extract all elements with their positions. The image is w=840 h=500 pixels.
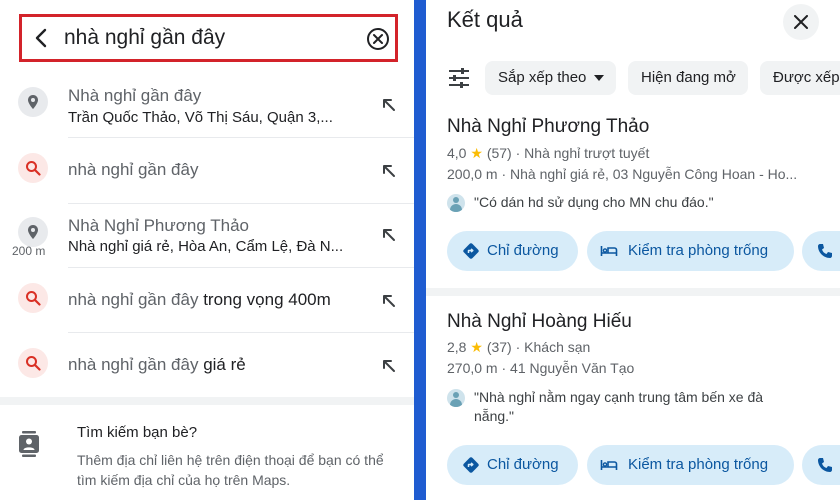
search-icon bbox=[18, 153, 48, 183]
suggestion-subtitle: Nhà nghỉ giá rẻ, Hòa An, Cẩm Lệ, Đà N... bbox=[68, 238, 344, 255]
distance-label: 200 m bbox=[12, 244, 46, 258]
rating-value: 2,8 bbox=[447, 339, 467, 355]
suggestion-query: nhà nghỉ gần đây giá rẻ bbox=[68, 355, 246, 375]
search-icon bbox=[18, 283, 48, 313]
suggestion-item[interactable]: 200 m Nhà Nghỉ Phương Thảo Nhà nghỉ giá … bbox=[0, 202, 414, 266]
open-now-chip-label: Hiện đang mở bbox=[641, 69, 736, 86]
suggestion-prefix: nhà nghỉ gần đây bbox=[68, 290, 199, 309]
check-rooms-button[interactable]: Kiểm tra phòng trống bbox=[587, 445, 794, 485]
close-button[interactable] bbox=[783, 4, 819, 40]
sort-chip[interactable]: Sắp xếp theo bbox=[485, 61, 617, 95]
suggestion-item[interactable]: nhà nghỉ gần đây giá rẻ bbox=[0, 333, 414, 397]
avatar bbox=[447, 389, 465, 407]
rating-value: 4,0 bbox=[447, 145, 467, 161]
suggestion-item[interactable]: nhà nghỉ gần đây trong vọng 400m bbox=[0, 268, 414, 332]
place-name[interactable]: Nhà Nghỉ Hoàng Hiếu bbox=[447, 311, 632, 333]
review-count: (37) bbox=[486, 339, 512, 355]
review-text: "Có dán hd sử dụng cho MN chu đáo." bbox=[474, 194, 714, 210]
search-icon bbox=[18, 348, 48, 378]
place-category: Khách sạn bbox=[524, 339, 591, 355]
sort-chip-label: Sắp xếp theo bbox=[498, 69, 587, 86]
avatar bbox=[447, 194, 465, 212]
suggestion-query: nhà nghỉ gần đây trong vọng 400m bbox=[68, 290, 331, 310]
suggestion-subtitle: Trần Quốc Thảo, Võ Thị Sáu, Quận 3,... bbox=[68, 109, 333, 126]
suggestion-prefix: nhà nghỉ gần đây bbox=[68, 160, 199, 179]
north-west-arrow-icon[interactable] bbox=[380, 162, 398, 180]
directions-button[interactable]: Chỉ đường bbox=[447, 445, 578, 485]
section-divider bbox=[0, 397, 414, 405]
phone-icon bbox=[818, 458, 832, 472]
directions-label: Chỉ đường bbox=[487, 242, 559, 259]
call-button[interactable] bbox=[802, 445, 840, 485]
directions-icon bbox=[463, 457, 479, 473]
pin-icon bbox=[18, 87, 48, 117]
open-now-chip[interactable]: Hiện đang mở bbox=[628, 61, 748, 95]
place-rating-line: 4,0 ★ (57) · Nhà nghỉ trượt tuyết bbox=[447, 145, 650, 161]
phone-icon bbox=[818, 244, 832, 258]
call-button[interactable] bbox=[802, 231, 840, 271]
place-rating-line: 2,8 ★ (37) · Khách sạn bbox=[447, 339, 591, 355]
suggestion-title: Nhà nghỉ gần đây bbox=[68, 86, 202, 105]
check-rooms-label: Kiểm tra phòng trống bbox=[628, 456, 769, 473]
bed-icon bbox=[600, 460, 618, 470]
clear-icon[interactable] bbox=[366, 27, 390, 51]
suggestion-item[interactable]: Nhà nghỉ gần đây Trần Quốc Thảo, Võ Thị … bbox=[0, 72, 414, 136]
friends-title: Tìm kiếm bạn bè? bbox=[77, 424, 198, 441]
directions-icon bbox=[463, 243, 479, 259]
north-west-arrow-icon[interactable] bbox=[380, 357, 398, 375]
top-rated-chip-label: Được xếp bbox=[773, 69, 840, 86]
card-divider bbox=[426, 288, 840, 296]
place-address-line: 200,0 m · Nhà nghỉ giá rẻ, 03 Nguyễn Côn… bbox=[447, 166, 798, 182]
results-panel: Kết quả Sắp xếp theo Hiện đang mở Được x… bbox=[426, 0, 840, 500]
panel-separator bbox=[414, 0, 426, 500]
search-panel: nhà nghỉ gần đây Nhà nghỉ gần đây Trần Q… bbox=[0, 0, 414, 500]
review-count: (57) bbox=[486, 145, 512, 161]
north-west-arrow-icon[interactable] bbox=[380, 226, 398, 244]
chevron-down-icon bbox=[594, 75, 605, 82]
friends-description: Thêm địa chỉ liên hệ trên điện thoại để … bbox=[77, 452, 384, 488]
filter-icon[interactable] bbox=[448, 68, 470, 88]
directions-label: Chỉ đường bbox=[487, 456, 559, 473]
search-bar[interactable]: nhà nghỉ gần đây bbox=[19, 14, 398, 62]
suggestion-suffix: giá rẻ bbox=[203, 355, 246, 374]
star-icon: ★ bbox=[470, 145, 483, 161]
check-rooms-label: Kiểm tra phòng trống bbox=[628, 242, 769, 259]
north-west-arrow-icon[interactable] bbox=[380, 96, 398, 114]
place-name[interactable]: Nhà Nghỉ Phương Thảo bbox=[447, 116, 649, 138]
pin-icon bbox=[18, 217, 48, 247]
check-rooms-button[interactable]: Kiểm tra phòng trống bbox=[587, 231, 794, 271]
back-arrow-icon[interactable] bbox=[30, 26, 54, 50]
suggestion-query: nhà nghỉ gần đây bbox=[68, 160, 198, 180]
results-title: Kết quả bbox=[447, 7, 523, 32]
bed-icon bbox=[600, 246, 618, 256]
search-input[interactable]: nhà nghỉ gần đây bbox=[64, 26, 225, 50]
suggestion-title: Nhà Nghỉ Phương Thảo bbox=[68, 216, 249, 235]
star-icon: ★ bbox=[470, 339, 483, 355]
suggestion-suffix: trong vọng 400m bbox=[203, 290, 331, 309]
directions-button[interactable]: Chỉ đường bbox=[447, 231, 578, 271]
top-rated-chip[interactable]: Được xếp bbox=[760, 61, 840, 95]
place-category: Nhà nghỉ trượt tuyết bbox=[524, 145, 650, 161]
place-address-line: 270,0 m · 41 Nguyễn Văn Tạo bbox=[447, 360, 635, 376]
suggestion-prefix: nhà nghỉ gần đây bbox=[68, 355, 199, 374]
close-icon bbox=[794, 15, 808, 29]
review-text: "Nhà nghỉ nằm ngay cạnh trung tâm bến xe… bbox=[474, 389, 764, 424]
suggestion-item[interactable]: nhà nghỉ gần đây bbox=[0, 138, 414, 202]
contacts-icon bbox=[19, 431, 39, 457]
north-west-arrow-icon[interactable] bbox=[380, 292, 398, 310]
